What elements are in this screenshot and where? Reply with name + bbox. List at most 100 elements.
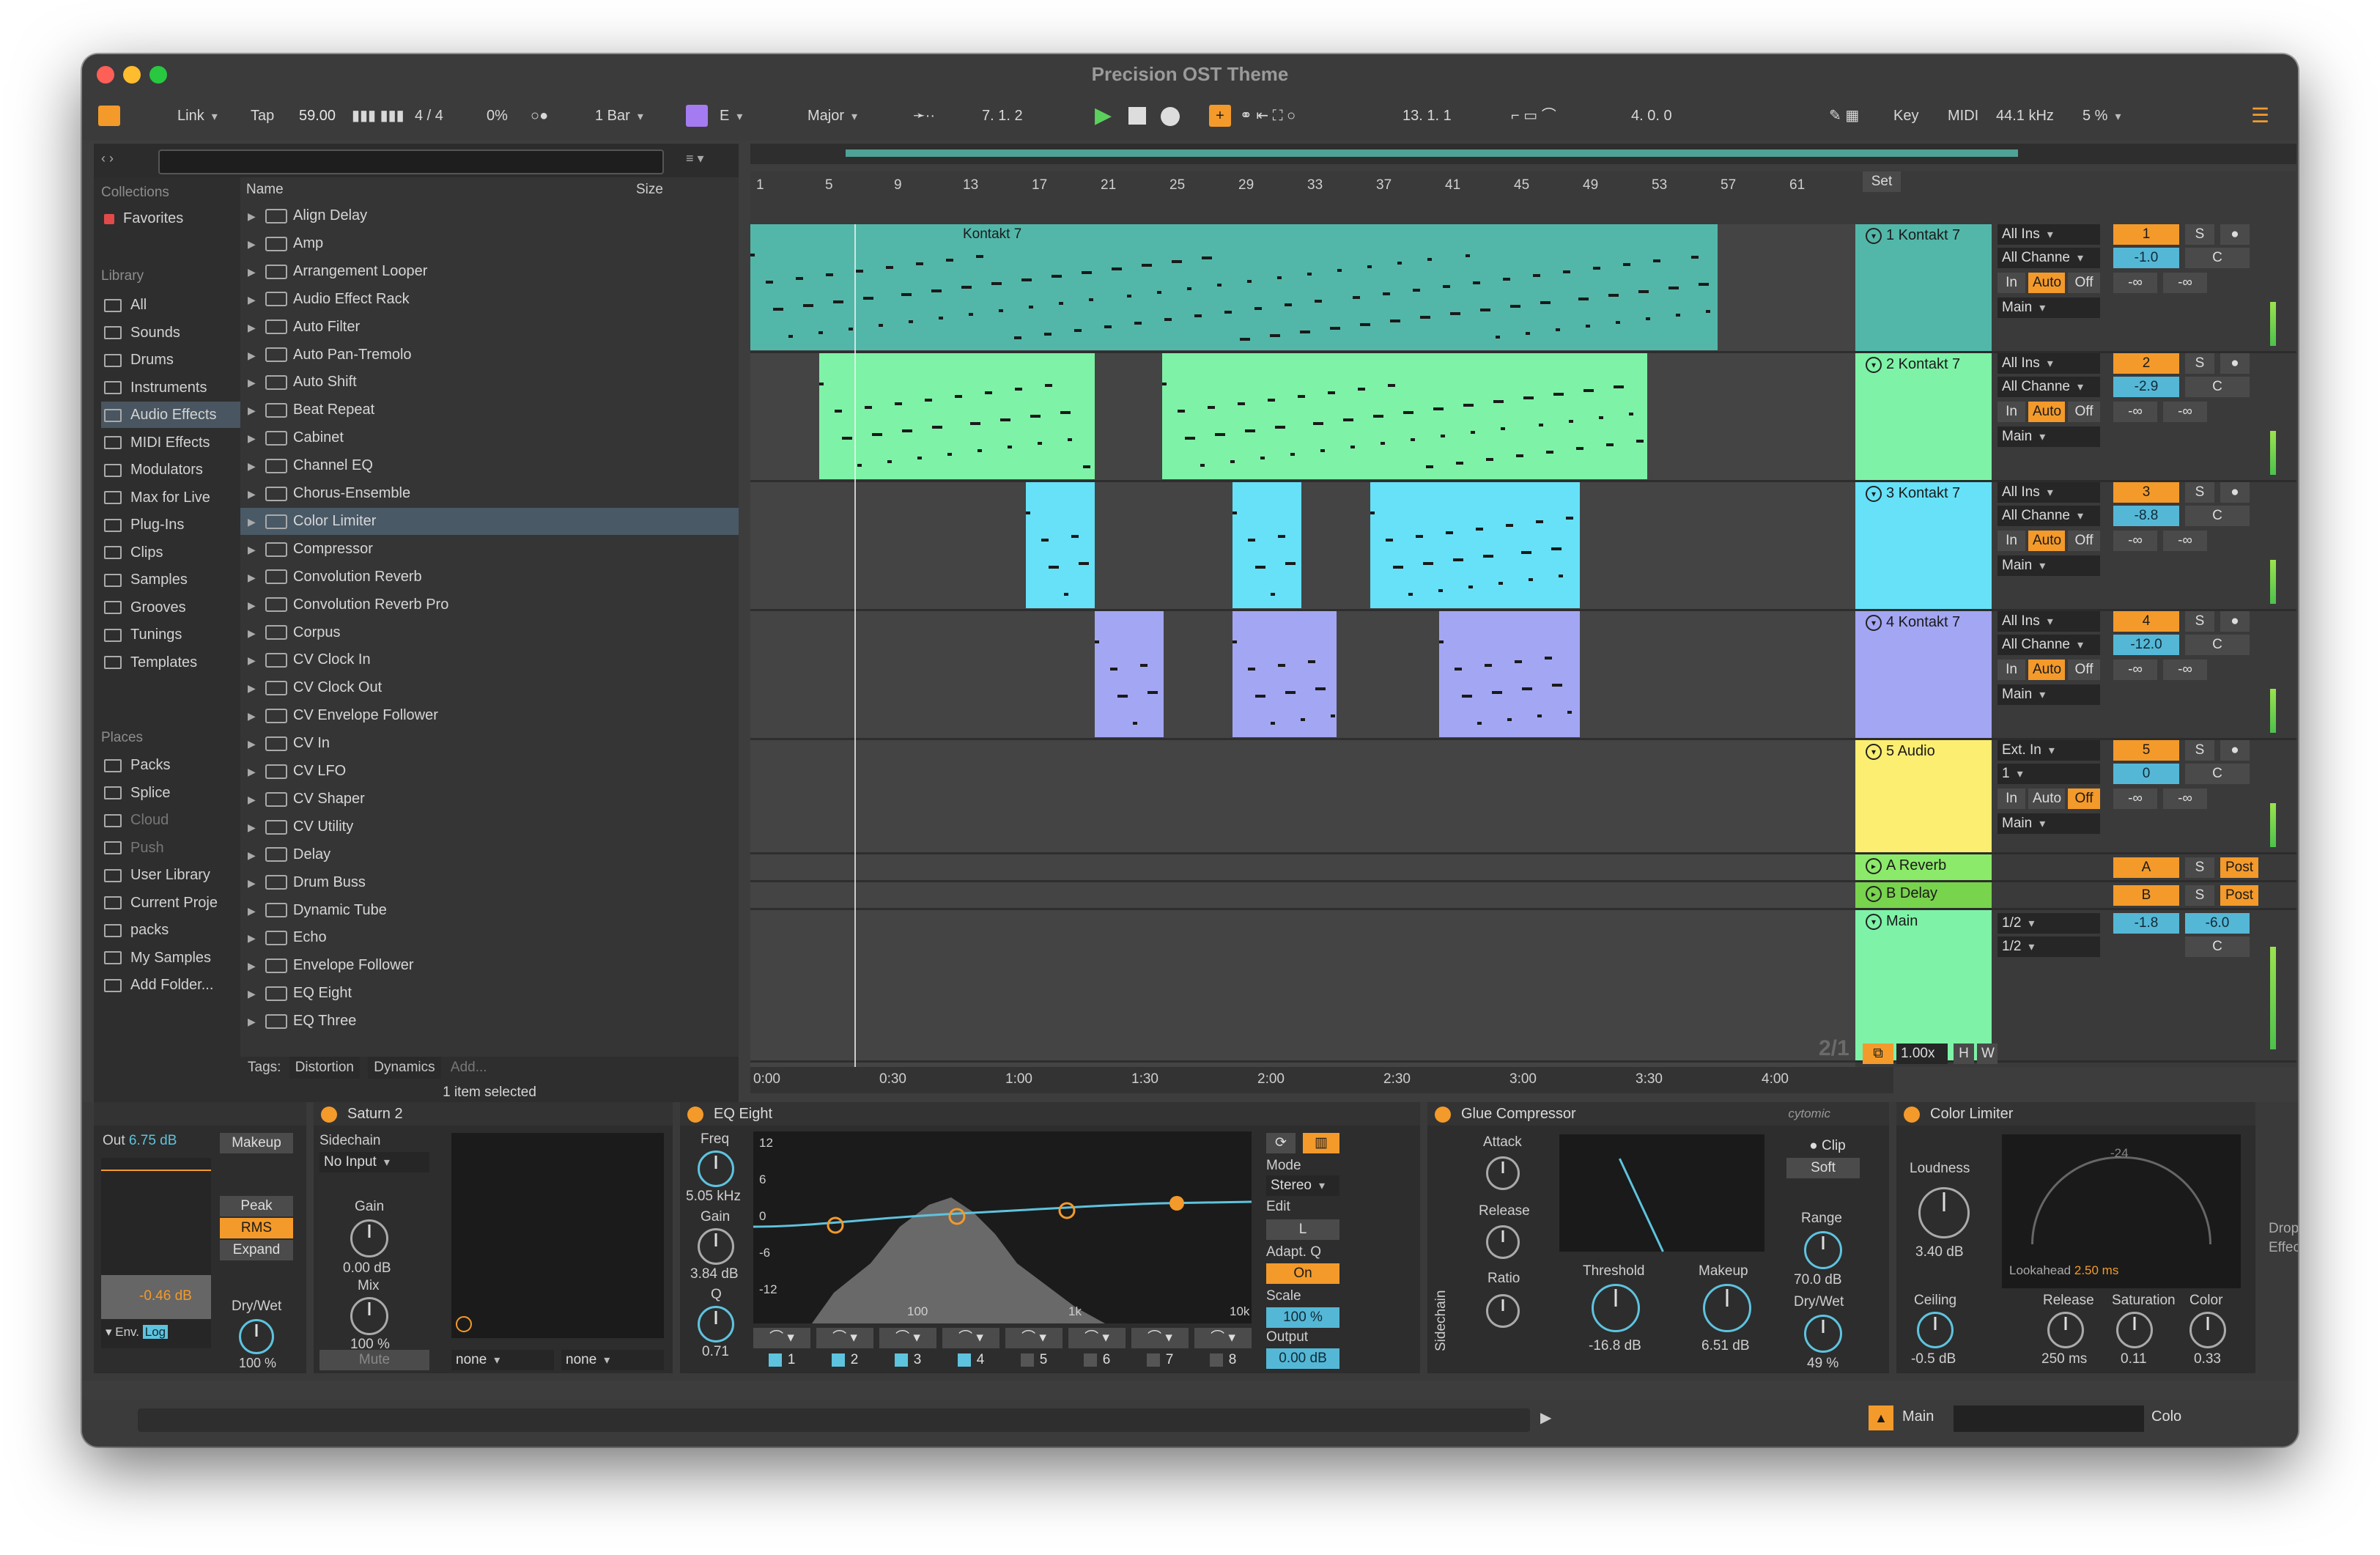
power-icon[interactable] <box>687 1107 703 1123</box>
track-activator[interactable]: 3 <box>2113 482 2179 503</box>
position-field[interactable]: 7. 1. 2 <box>982 103 1023 129</box>
color-knob[interactable] <box>2189 1312 2226 1348</box>
arm-icon[interactable]: ● <box>2220 740 2250 761</box>
list-item[interactable]: ▶ Auto Pan-Tremolo <box>240 341 739 369</box>
track-header[interactable]: ▾ 4 Kontakt 7 <box>1855 611 1992 738</box>
list-item[interactable]: ▶ CV Utility <box>240 813 739 841</box>
monitor-in-button[interactable]: In <box>1998 660 2025 680</box>
monitor-auto-button[interactable]: Auto <box>2028 660 2065 680</box>
expand-arrow-icon[interactable]: ▶ <box>248 397 262 424</box>
sidebar-item-audio-effects[interactable]: Audio Effects <box>101 402 240 428</box>
q-knob[interactable] <box>698 1306 734 1342</box>
peak-level-left[interactable]: -∞ <box>2113 788 2157 809</box>
list-item[interactable]: ▶ Auto Shift <box>240 369 739 396</box>
mod-source-menu-1[interactable]: none <box>451 1350 554 1370</box>
record-mode-icon[interactable]: ○● <box>531 103 548 129</box>
expand-arrow-icon[interactable]: ▶ <box>248 758 262 786</box>
return-header[interactable]: ▸ A Reverb <box>1855 854 1992 880</box>
band-toggle[interactable]: 1 <box>753 1350 810 1370</box>
menu-icon[interactable]: ☰ <box>2251 103 2269 129</box>
volume-field[interactable]: -8.8 <box>2113 506 2179 526</box>
sidebar-item-clips[interactable]: Clips <box>101 539 240 566</box>
expand-arrow-icon[interactable]: ▶ <box>248 647 262 674</box>
volume-field[interactable]: -2.9 <box>2113 377 2179 397</box>
sidebar-item-modulators[interactable]: Modulators <box>101 457 240 483</box>
expand-arrow-icon[interactable]: ▶ <box>248 620 262 647</box>
midi-clip[interactable] <box>1162 353 1647 479</box>
gain-knob[interactable] <box>350 1219 388 1257</box>
expand-arrow-icon[interactable]: ▶ <box>248 814 262 841</box>
list-item[interactable]: ▶ CV LFO <box>240 758 739 785</box>
scale-field[interactable]: 100 % <box>1266 1307 1339 1328</box>
track-lane[interactable] <box>750 740 1893 854</box>
threshold-knob[interactable] <box>1592 1284 1640 1332</box>
list-item[interactable]: ▶ Corpus <box>240 619 739 646</box>
track-activator[interactable]: 1 <box>2113 224 2179 245</box>
volume-field[interactable]: -1.0 <box>2113 248 2179 268</box>
band-filter-type-menu[interactable]: ⌒ ▾ <box>1005 1328 1062 1348</box>
place-item-add-folder-[interactable]: Add Folder... <box>101 972 240 998</box>
punch-icons[interactable]: ⌐ ▭ ⌒ <box>1511 103 1556 129</box>
solo-button[interactable]: S <box>2185 857 2214 878</box>
list-item[interactable]: ▶ Amp <box>240 230 739 257</box>
monitor-off-button[interactable]: Off <box>2068 660 2100 680</box>
edit-button[interactable]: L <box>1266 1219 1339 1240</box>
view-toggle-icon[interactable] <box>98 106 120 126</box>
arm-icon[interactable]: ● <box>2220 224 2250 245</box>
sidebar-item-tunings[interactable]: Tunings <box>101 621 240 648</box>
list-item[interactable]: ▶ Align Delay <box>240 202 739 229</box>
monitor-in-button[interactable]: In <box>1998 531 2025 551</box>
sidebar-item-plug-ins[interactable]: Plug-Ins <box>101 511 240 538</box>
return-name[interactable]: ▸ A Reverb <box>1866 857 1946 874</box>
volume-field[interactable]: 0 <box>2113 764 2179 784</box>
stop-icon[interactable] <box>1128 107 1146 125</box>
expand-arrow-icon[interactable]: ▶ <box>248 259 262 286</box>
post-button[interactable]: Post <box>2220 857 2258 878</box>
expand-icon[interactable]: ▸ <box>1866 885 1882 902</box>
fold-icon[interactable]: ▾ <box>1866 614 1882 631</box>
link-button[interactable]: Link <box>177 103 218 129</box>
cue-out-menu[interactable]: 1/2 <box>1998 913 2100 934</box>
arrangement-overview[interactable] <box>750 144 2296 164</box>
expand-arrow-icon[interactable]: ▶ <box>248 980 262 1008</box>
list-item[interactable]: ▶ Compressor <box>240 536 739 563</box>
list-item[interactable]: ▶ Chorus-Ensemble <box>240 480 739 507</box>
pan-field[interactable]: C <box>2185 377 2250 397</box>
output-field[interactable]: 0.00 dB <box>1266 1348 1339 1369</box>
filter-icon[interactable]: ≡ ▾ <box>686 151 704 166</box>
sidebar-item-midi-effects[interactable]: MIDI Effects <box>101 429 240 456</box>
time-ruler[interactable]: 0:00 0:30 1:00 1:30 2:00 2:30 3:00 3:30 4:00 <box>750 1067 1893 1093</box>
power-icon[interactable] <box>321 1107 337 1123</box>
track-lane[interactable] <box>750 482 1893 611</box>
loudness-knob[interactable] <box>1918 1187 1970 1238</box>
mode-menu[interactable]: Stereo <box>1266 1175 1339 1196</box>
track-header[interactable]: ▾ 1 Kontakt 7 <box>1855 224 1992 351</box>
mix-knob[interactable] <box>350 1297 388 1335</box>
list-item[interactable]: ▶ Convolution Reverb Pro <box>240 591 739 618</box>
expand-arrow-icon[interactable]: ▶ <box>248 453 262 480</box>
tag-dynamics[interactable]: Dynamics <box>368 1057 441 1079</box>
expand-arrow-icon[interactable]: ▶ <box>248 731 262 758</box>
band-toggle[interactable]: 8 <box>1194 1350 1252 1370</box>
peak-button[interactable]: Peak <box>220 1196 293 1216</box>
sidebar-item-favorites[interactable]: Favorites <box>101 205 240 232</box>
pan-field[interactable]: C <box>2185 635 2250 655</box>
expand-arrow-icon[interactable]: ▶ <box>248 898 262 925</box>
track-lane[interactable] <box>750 854 1893 882</box>
list-item[interactable]: ▶ EQ Eight <box>240 980 739 1007</box>
midi-clip[interactable] <box>1026 482 1095 608</box>
expand-arrow-icon[interactable]: ▶ <box>248 369 262 396</box>
band-filter-type-menu[interactable]: ⌒ ▾ <box>1131 1328 1189 1348</box>
output-menu[interactable]: Main <box>1998 555 2100 576</box>
expand-arrow-icon[interactable]: ▶ <box>248 675 262 702</box>
volume-field[interactable]: -12.0 <box>2113 635 2179 655</box>
automation-tools-icon[interactable]: ⚭ ⇤ ⛶ ○ <box>1240 103 1296 129</box>
arm-icon[interactable]: ● <box>2220 482 2250 503</box>
midi-map-button[interactable]: MIDI <box>1948 103 1978 129</box>
warning-icon[interactable]: ▲ <box>1869 1406 1893 1430</box>
peak-level-right[interactable]: -∞ <box>2163 660 2207 680</box>
input-channel-menu[interactable]: All Channe <box>1998 635 2100 655</box>
expand-arrow-icon[interactable]: ▶ <box>248 425 262 452</box>
metronome-icon[interactable]: ▮▮▮ ▮▮▮ <box>352 103 404 129</box>
place-item-splice[interactable]: Splice <box>101 780 240 806</box>
